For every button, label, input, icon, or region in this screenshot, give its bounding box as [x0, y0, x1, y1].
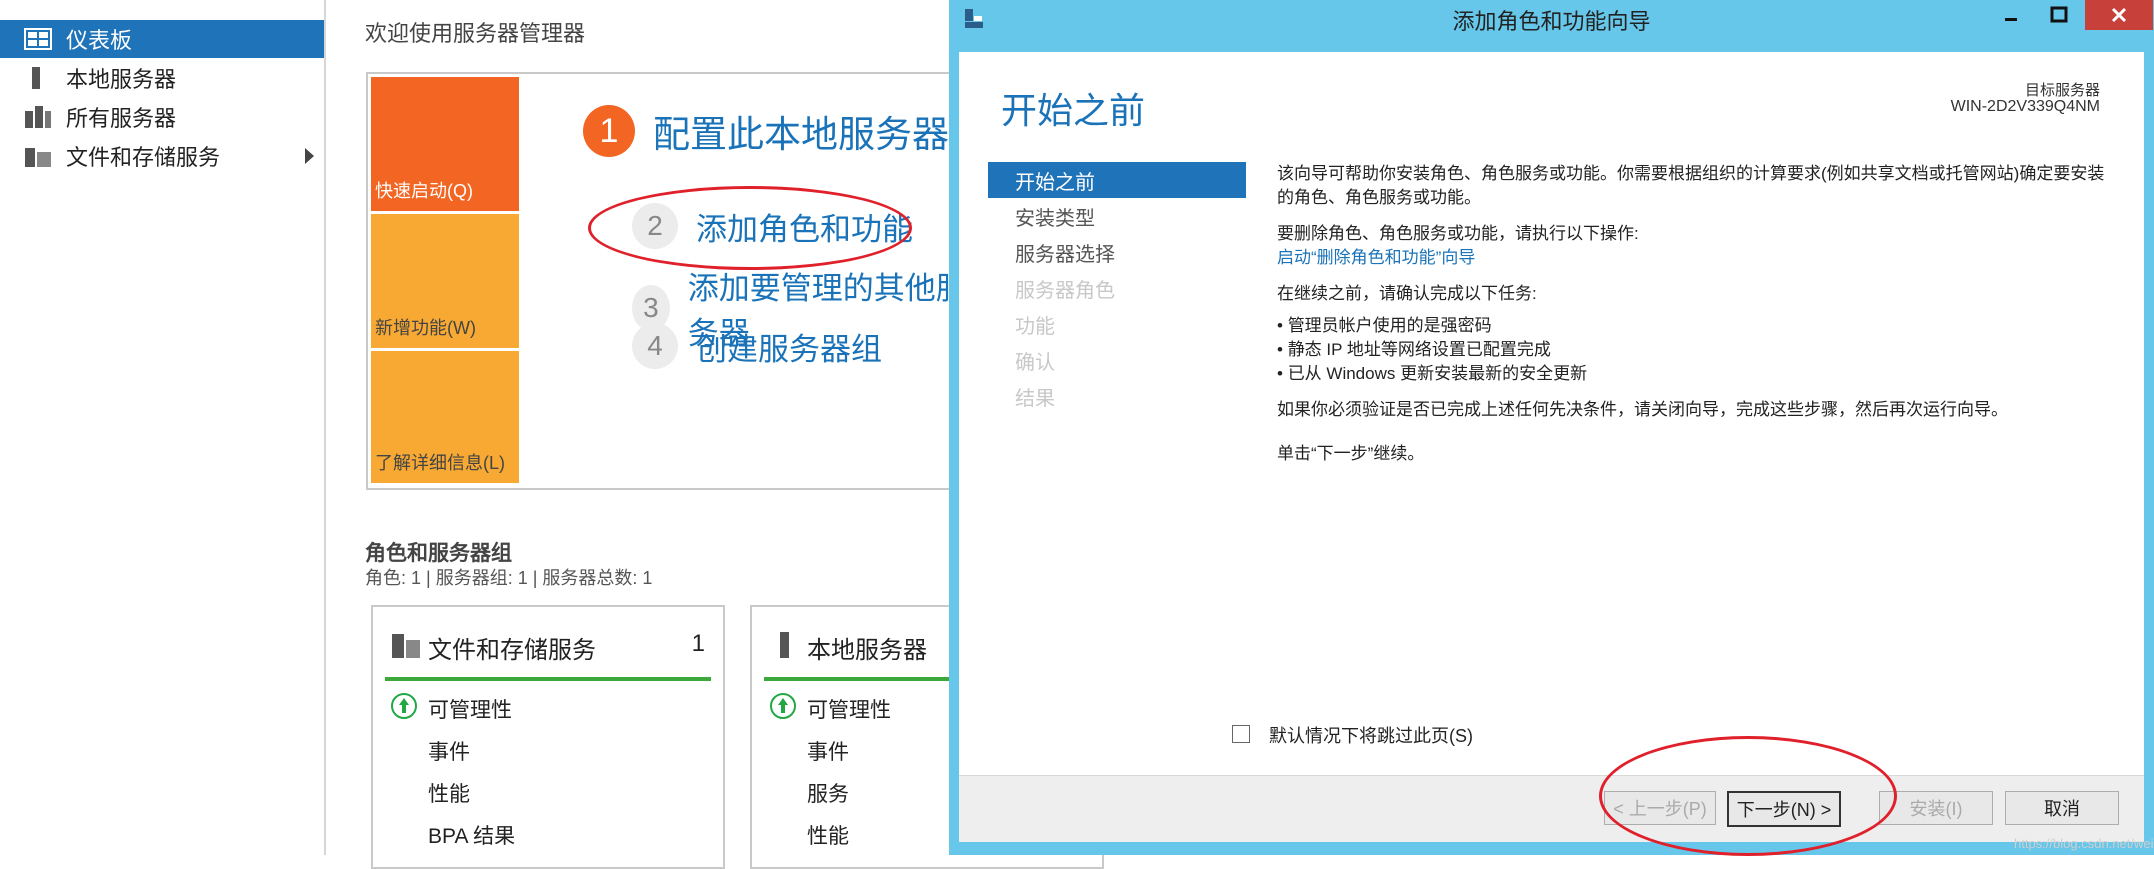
- step-number: 4: [632, 323, 678, 369]
- card-row-bpa[interactable]: BPA 结果: [428, 820, 515, 850]
- storage-icon: [24, 144, 52, 168]
- sidebar-item-label: 文件和存储服务: [66, 145, 221, 170]
- close-button[interactable]: [2085, 0, 2153, 30]
- card-row-manageability[interactable]: 可管理性: [428, 694, 512, 724]
- tile-label: 新增功能(W): [375, 318, 476, 338]
- step-label: 确认: [1015, 351, 1055, 374]
- card-title: 文件和存储服务: [428, 637, 596, 664]
- intro-text: 该向导可帮助你安装角色、角色服务或功能。你需要根据组织的计算要求(例如共享文档或…: [1277, 164, 2105, 207]
- add-roles-wizard-dialog: 添加角色和功能向导 开始之前 目标服务器 WIN-2D2V339Q4NM 开始之…: [949, 0, 2154, 856]
- watermark: https://blog.csdn.net/weixin_43660389: [2014, 836, 2154, 851]
- remove-instructions: 要删除角色、角色服务或功能，请执行以下操作:: [1277, 224, 1639, 243]
- servers-icon: [24, 105, 52, 129]
- previous-button[interactable]: < 上一步(P): [1604, 791, 1716, 825]
- dialog-footer: < 上一步(P) 下一步(N) > 安装(I) 取消 https://blog.…: [959, 775, 2154, 851]
- server-icon: [770, 631, 800, 659]
- wizard-step-server-selection[interactable]: 服务器选择: [988, 234, 1246, 270]
- wizard-step-installation-type[interactable]: 安装类型: [988, 198, 1246, 234]
- tile-quick-start[interactable]: 快速启动(Q): [371, 77, 519, 211]
- skip-page-checkbox[interactable]: [1232, 725, 1250, 743]
- status-ok-icon: [391, 693, 417, 719]
- step-configure-local-server[interactable]: 1 配置此本地服务器: [583, 104, 949, 158]
- step-label: 创建服务器组: [696, 331, 882, 367]
- card-count: 1: [691, 630, 705, 657]
- step-add-roles-features[interactable]: 2 添加角色和功能: [632, 203, 913, 249]
- wizard-step-confirmation: 确认: [988, 342, 1246, 378]
- wizard-step-features: 功能: [988, 306, 1246, 342]
- sidebar-item-file-storage[interactable]: 文件和存储服务: [0, 137, 324, 175]
- sidebar-item-label: 仪表板: [66, 28, 133, 53]
- maximize-button[interactable]: [2037, 0, 2081, 30]
- wizard-content: 该向导可帮助你安装角色、角色服务或功能。你需要根据组织的计算要求(例如共享文档或…: [1277, 162, 2107, 466]
- step-create-server-group[interactable]: 4 创建服务器组: [632, 323, 882, 369]
- step-label: 服务器选择: [1015, 243, 1115, 266]
- next-button[interactable]: 下一步(N) >: [1727, 791, 1841, 827]
- verify-text: 如果你必须验证是否已完成上述任何先决条件，请关闭向导，完成这些步骤，然后再次运行…: [1277, 400, 2008, 419]
- step-number: 1: [583, 105, 635, 157]
- wizard-step-server-roles: 服务器角色: [988, 270, 1246, 306]
- step-number: 2: [632, 203, 678, 249]
- server-icon: [24, 66, 52, 90]
- bullet-item: • 静态 IP 地址等网络设置已配置完成: [1277, 340, 1551, 359]
- roles-section-title: 角色和服务器组: [365, 542, 512, 565]
- card-row-events[interactable]: 事件: [807, 736, 849, 766]
- wizard-step-results: 结果: [988, 378, 1246, 414]
- quickstart-panel: 快速启动(Q) 新增功能(W) 了解详细信息(L) 1 配置此本地服务器 2 添…: [366, 72, 970, 490]
- close-icon: [2111, 7, 2127, 23]
- sidebar: 仪表板 本地服务器 所有服务器 文件和存储服务: [0, 0, 326, 855]
- sidebar-item-local-server[interactable]: 本地服务器: [0, 59, 324, 97]
- roles-summary: 角色: 1 | 服务器组: 1 | 服务器总数: 1: [365, 568, 653, 588]
- status-ok-icon: [770, 693, 796, 719]
- step-label: 安装类型: [1015, 207, 1095, 230]
- target-server-name: WIN-2D2V339Q4NM: [1950, 98, 2100, 115]
- status-bar: [385, 677, 711, 681]
- card-row-services[interactable]: 服务: [807, 778, 849, 808]
- minimize-button[interactable]: [1989, 0, 2033, 30]
- skip-page-label[interactable]: 默认情况下将跳过此页(S): [1269, 722, 1473, 748]
- step-label: 功能: [1015, 315, 1055, 338]
- card-row-performance[interactable]: 性能: [807, 820, 849, 850]
- bullet-item: • 已从 Windows 更新安装最新的安全更新: [1277, 364, 1588, 383]
- dialog-body: 开始之前 目标服务器 WIN-2D2V339Q4NM 开始之前 安装类型 服务器…: [959, 52, 2144, 775]
- tile-learn-more[interactable]: 了解详细信息(L): [371, 351, 519, 483]
- step-label: 开始之前: [1015, 171, 1095, 194]
- cancel-button[interactable]: 取消: [2005, 791, 2119, 825]
- prereq-text: 在继续之前，请确认完成以下任务:: [1277, 284, 1537, 303]
- sidebar-item-label: 本地服务器: [66, 67, 177, 92]
- target-server-label: 目标服务器: [2024, 82, 2100, 99]
- step-label: 配置此本地服务器: [653, 114, 949, 155]
- step-label: 添加角色和功能: [696, 211, 913, 247]
- tile-label: 快速启动(Q): [375, 181, 473, 201]
- chevron-right-icon[interactable]: [305, 148, 314, 164]
- role-card-file-storage[interactable]: 文件和存储服务 1 可管理性 事件 性能 BPA 结果: [371, 605, 725, 869]
- bullet-item: • 管理员帐户使用的是强密码: [1277, 316, 1492, 335]
- install-button[interactable]: 安装(I): [1879, 791, 1993, 825]
- remove-roles-link[interactable]: 启动“删除角色和功能”向导: [1277, 246, 2107, 270]
- minimize-icon: [2005, 18, 2017, 21]
- dialog-title: 添加角色和功能向导: [1452, 9, 1651, 34]
- dashboard-icon: [24, 27, 52, 51]
- sidebar-item-label: 所有服务器: [66, 106, 177, 131]
- card-row-events[interactable]: 事件: [428, 736, 470, 766]
- page-title: 欢迎使用服务器管理器: [365, 21, 586, 46]
- maximize-icon: [2050, 6, 2068, 23]
- wizard-heading: 开始之前: [1001, 90, 1146, 131]
- tile-whats-new[interactable]: 新增功能(W): [371, 214, 519, 348]
- step-label: 结果: [1015, 387, 1055, 410]
- storage-icon: [391, 631, 421, 659]
- continue-text: 单击“下一步”继续。: [1277, 444, 1425, 463]
- wizard-step-before-you-begin[interactable]: 开始之前: [988, 162, 1246, 198]
- step-label: 服务器角色: [1015, 279, 1115, 302]
- sidebar-item-dashboard[interactable]: 仪表板: [0, 20, 324, 58]
- card-row-performance[interactable]: 性能: [428, 778, 470, 808]
- card-row-manageability[interactable]: 可管理性: [807, 694, 891, 724]
- sidebar-item-all-servers[interactable]: 所有服务器: [0, 98, 324, 136]
- tile-label: 了解详细信息(L): [375, 453, 505, 473]
- card-title: 本地服务器: [807, 637, 927, 664]
